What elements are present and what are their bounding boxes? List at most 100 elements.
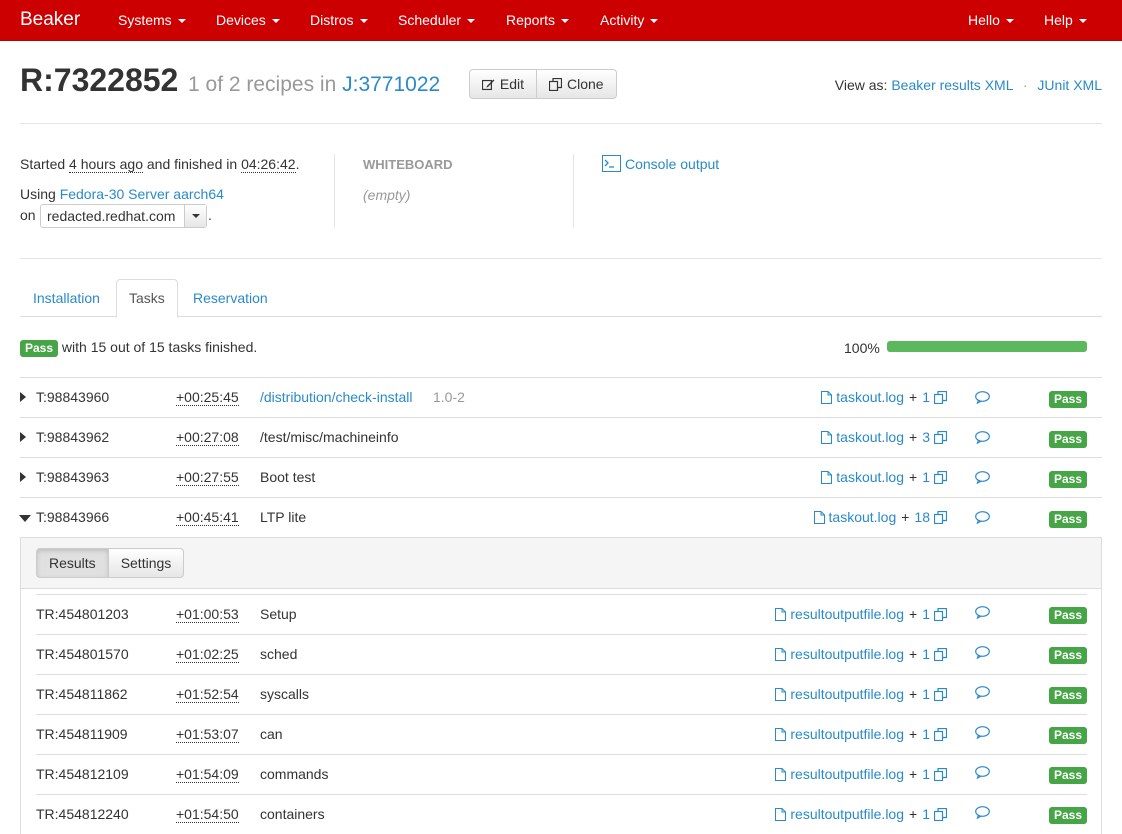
comment-button[interactable] (975, 726, 990, 742)
menu-systems[interactable]: Systems (118, 12, 186, 28)
result-cell: Pass (1048, 766, 1087, 784)
beaker-xml-link[interactable]: Beaker results XML (891, 77, 1013, 93)
edit-button[interactable]: Edit (469, 69, 537, 99)
more-logs-link[interactable]: 1 (922, 469, 947, 485)
junit-xml-link[interactable]: JUnit XML (1037, 77, 1102, 93)
task-id: T:98843962 (36, 429, 110, 445)
job-link[interactable]: J:3771022 (342, 73, 440, 96)
distro-link[interactable]: Fedora-30 Server aarch64 (60, 186, 224, 202)
more-logs-link[interactable]: 1 (922, 646, 947, 662)
menu-scheduler[interactable]: Scheduler (398, 12, 476, 28)
elapsed-time: +00:27:55 (176, 469, 239, 486)
log-name: resultoutputfile.log (790, 726, 905, 742)
copy-icon (549, 77, 562, 91)
task-name: Boot test (260, 469, 316, 485)
task-name-link[interactable]: /distribution/check-install (260, 389, 413, 405)
comment-button[interactable] (975, 686, 990, 702)
expand-icon[interactable] (20, 432, 26, 442)
collapse-icon[interactable] (19, 515, 31, 522)
log-link[interactable]: resultoutputfile.log (775, 686, 904, 702)
plus-sign: + (909, 606, 918, 622)
task-row: T:98843962 +00:27:08/test/misc/machineinf… (20, 417, 1102, 457)
host-dropdown[interactable]: redacted.redhat.com (40, 204, 207, 228)
tab-results[interactable]: Results (36, 548, 109, 578)
menu-label: Help (1044, 12, 1073, 28)
file-icon (821, 390, 833, 404)
comment-button[interactable] (975, 606, 990, 622)
more-logs-link[interactable]: 1 (922, 606, 947, 622)
more-logs-link[interactable]: 1 (922, 389, 947, 405)
console-output-link[interactable]: Console output (602, 155, 719, 172)
menu-devices[interactable]: Devices (216, 12, 280, 28)
caret-down-icon (1005, 19, 1014, 24)
expand-icon[interactable] (20, 392, 26, 402)
task-name: LTP lite (260, 509, 307, 525)
menu-activity[interactable]: Activity (600, 12, 659, 28)
copy-icon (934, 647, 947, 661)
log-links: taskout.log +1 (821, 389, 947, 405)
result-cell: Pass (1048, 806, 1087, 824)
comment-button[interactable] (975, 471, 990, 487)
panel-header: Results Settings (21, 538, 1101, 589)
brand-logo[interactable]: Beaker (20, 9, 80, 31)
menu-reports[interactable]: Reports (506, 12, 570, 28)
expand-icon[interactable] (20, 472, 26, 482)
more-logs-count: 18 (914, 509, 930, 525)
more-logs-link[interactable]: 1 (922, 766, 947, 782)
log-link[interactable]: taskout.log (821, 389, 904, 405)
task-id: T:98843963 (36, 469, 110, 485)
more-logs-link[interactable]: 1 (922, 806, 947, 822)
more-logs-link[interactable]: 1 (922, 686, 947, 702)
clone-label: Clone (567, 76, 604, 92)
view-as-label: View as: (834, 77, 888, 93)
on-label: on (20, 207, 36, 223)
more-logs-link[interactable]: 3 (922, 429, 947, 445)
finished-label: and finished in (146, 156, 238, 172)
result-id: TR:454811909 (36, 726, 128, 742)
clone-button[interactable]: Clone (537, 69, 617, 99)
comment-button[interactable] (975, 646, 990, 662)
tab-tasks[interactable]: Tasks (116, 279, 178, 318)
log-links: resultoutputfile.log +1 (775, 646, 947, 662)
log-link[interactable]: resultoutputfile.log (775, 606, 904, 622)
recipe-actions: Edit Clone (469, 69, 617, 99)
menu-distros[interactable]: Distros (310, 12, 368, 28)
menu-label: Scheduler (398, 12, 462, 28)
comment-button[interactable] (975, 511, 990, 527)
summary-divider (573, 154, 574, 228)
comment-button[interactable] (975, 766, 990, 782)
task-row: T:98843960 +00:25:45/distribution/check-i… (20, 377, 1102, 417)
more-logs-link[interactable]: 1 (922, 726, 947, 742)
menu-hello[interactable]: Hello (968, 12, 1014, 28)
copy-icon (934, 807, 947, 821)
tab-installation[interactable]: Installation (20, 279, 113, 317)
more-logs-count: 1 (922, 806, 930, 822)
dropdown-toggle[interactable] (184, 205, 206, 227)
comment-button[interactable] (975, 391, 990, 407)
progress-fill (887, 341, 1087, 352)
comment-button[interactable] (975, 806, 990, 822)
result-cell: Pass (1048, 646, 1087, 664)
result-row: TR:454811862 +01:52:54 syscalls resultoutpu… (36, 674, 1087, 714)
menu-help[interactable]: Help (1044, 12, 1087, 28)
log-link[interactable]: taskout.log (821, 429, 904, 445)
log-link[interactable]: resultoutputfile.log (775, 766, 904, 782)
period: . (295, 156, 300, 172)
more-logs-link[interactable]: 18 (914, 509, 947, 525)
status-badge: Pass (20, 340, 59, 357)
log-link[interactable]: resultoutputfile.log (775, 726, 904, 742)
tab-settings[interactable]: Settings (108, 548, 185, 578)
menu-label: Reports (506, 12, 556, 28)
log-links: resultoutputfile.log +1 (775, 606, 947, 622)
log-link[interactable]: taskout.log (821, 469, 904, 485)
comment-button[interactable] (975, 431, 990, 447)
log-link[interactable]: taskout.log (813, 509, 896, 525)
menu-label: Devices (216, 12, 266, 28)
caret-down-icon (359, 19, 368, 24)
log-link[interactable]: resultoutputfile.log (775, 806, 904, 822)
log-link[interactable]: resultoutputfile.log (775, 646, 904, 662)
copy-icon (934, 430, 947, 444)
menu-label: Systems (118, 12, 172, 28)
tab-reservation[interactable]: Reservation (180, 279, 281, 317)
plus-sign: + (909, 806, 918, 822)
